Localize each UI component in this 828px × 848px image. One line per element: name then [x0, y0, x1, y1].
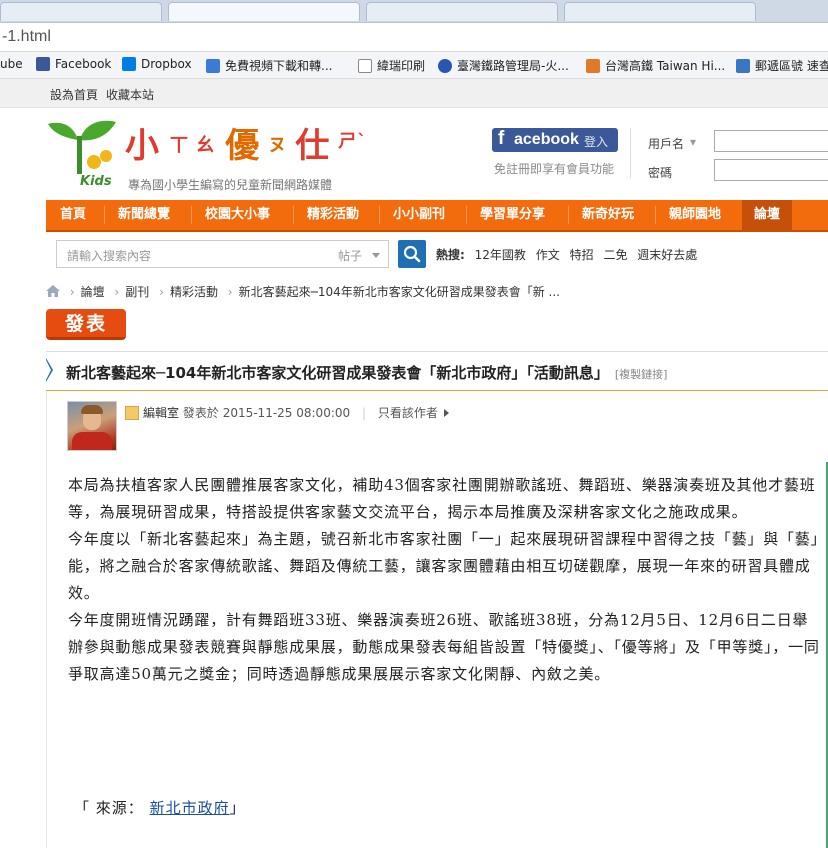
breadcrumb: › 論壇 › 副刊 › 精彩活動 › 新北客藝起來─104年新北市客家文化研習成果發表會…	[46, 283, 560, 300]
thread-title-bar: 新北客藝起來─104年新北市客家文化研習成果發表會「新北市政府」「活動訊息」 [複…	[46, 351, 828, 392]
site-tagline: 專為國小學生編寫的兒童新聞網路媒體	[128, 178, 333, 192]
breadcrumb-item[interactable]: 論壇	[81, 285, 105, 299]
browser-tab[interactable]	[366, 2, 558, 21]
logo-kids-text: Kids	[80, 174, 112, 189]
username-label: 用戶名	[648, 137, 685, 151]
nav-item-forum[interactable]: 論壇	[742, 200, 793, 230]
header-divider	[630, 128, 631, 178]
triangle-right-icon	[443, 409, 449, 417]
address-text[interactable]: -1.html	[2, 28, 51, 46]
bookmark-print[interactable]: 緯瑞印刷	[358, 57, 425, 74]
source-label: 「 來源：	[74, 799, 144, 817]
nav-item-news[interactable]: 新聞總覽	[118, 200, 170, 230]
search-input[interactable]: 請輸入搜索內容	[56, 240, 330, 268]
bookmarks-bar: ube Facebook Dropbox 免費視頻下載和轉... 緯瑞印刷 臺灣…	[0, 52, 828, 79]
breadcrumb-item[interactable]: 副刊	[125, 285, 149, 299]
search-type-select[interactable]: 帖子	[328, 240, 389, 268]
nav-item-fun[interactable]: 新奇好玩	[582, 200, 634, 230]
post-content: 本局為扶植客家人民團體推展客家文化，補助43個客家社團開辦歌謠班、舞蹈班、樂器演…	[68, 472, 820, 688]
site-logo[interactable]	[44, 116, 120, 179]
post-paragraph: 本局為扶植客家人民團體推展客家文化，補助43個客家社團開辦歌謠班、舞蹈班、樂器演…	[68, 476, 816, 521]
nav-item-supplement[interactable]: 小小副刊	[393, 200, 445, 230]
facebook-f-icon: f	[498, 128, 505, 149]
posted-at: 2015-11-25 08:00:00	[222, 406, 351, 420]
username-dropdown-icon[interactable]: ▾	[690, 135, 696, 149]
nav-separator	[379, 206, 380, 224]
bookmark-video-download[interactable]: 免費視頻下載和轉...	[206, 57, 332, 74]
bookmark-postal[interactable]: 郵遞區號 速查	[736, 57, 828, 74]
bookmark-youtube[interactable]: ube	[0, 57, 23, 71]
search-button[interactable]	[398, 240, 426, 268]
nav-separator	[191, 206, 192, 224]
hot-search-term[interactable]: 週末好去處	[637, 248, 697, 262]
set-home-link[interactable]: 設為首頁	[50, 86, 98, 103]
bookmark-site-link[interactable]: 收藏本站	[106, 86, 154, 103]
hot-search-term[interactable]: 二免	[603, 248, 627, 262]
facebook-login-label: 登入	[584, 135, 609, 149]
bookmark-railway[interactable]: 臺灣鐵路管理局-火...	[438, 57, 569, 74]
logo-leaf-icon	[48, 120, 116, 174]
facebook-login-button[interactable]: f acebook 登入	[492, 128, 618, 152]
facebook-note: 免註冊即享有會員功能	[494, 162, 615, 176]
site-brand-name: 小丅 幺優ヌ仕ㄕˋ	[125, 126, 368, 166]
post-paragraph: 今年度以「新北客藝起來」為主題，號召新北市客家社團「一」起來展現研習課程中習得之…	[68, 530, 819, 602]
nav-separator	[104, 206, 105, 224]
source-link[interactable]: 新北市政府	[150, 799, 230, 817]
hot-searches: 熱搜: 12年國教 作文 特招 二免 週末好去處	[436, 246, 697, 263]
source-end: 」	[229, 799, 246, 817]
hot-search-term[interactable]: 作文	[536, 248, 560, 262]
only-author-link[interactable]: 只看該作者	[378, 406, 438, 420]
facebook-icon	[36, 57, 50, 71]
bookmark-hsr[interactable]: 台灣高鐵 Taiwan Hi...	[586, 57, 725, 74]
page-icon	[358, 59, 372, 73]
username-field[interactable]	[714, 130, 828, 152]
hot-search-term[interactable]: 12年國教	[475, 248, 526, 262]
browser-tab-active[interactable]	[168, 2, 360, 21]
nav-separator	[466, 206, 467, 224]
password-field[interactable]	[714, 159, 828, 181]
home-icon[interactable]	[46, 285, 60, 297]
browser-tab[interactable]	[564, 2, 756, 21]
nav-item-worksheets[interactable]: 學習單分享	[480, 200, 545, 230]
thread-title: 新北客藝起來─104年新北市客家文化研習成果發表會「新北市政府」「活動訊息」 [複…	[66, 364, 668, 382]
search-row: 請輸入搜索內容 帖子 熱搜: 12年國教 作文 特招 二免 週末好去處	[46, 236, 828, 272]
facebook-wordmark: acebook	[514, 131, 579, 148]
nav-item-events[interactable]: 精彩活動	[307, 200, 359, 230]
nav-item-campus[interactable]: 校園大小事	[205, 200, 270, 230]
breadcrumb-item[interactable]: 精彩活動	[170, 285, 218, 299]
post-author[interactable]: 編輯室	[143, 406, 179, 420]
nav-item-home[interactable]: 首頁	[60, 200, 86, 230]
post-paragraph: 今年度開班情況踴躍，計有舞蹈班33班、樂器演奏班26班、歌謠班38班，分為12月…	[68, 611, 820, 683]
hot-search-label: 熱搜:	[436, 248, 465, 262]
nav-separator	[293, 206, 294, 224]
nav-separator	[568, 206, 569, 224]
publish-button[interactable]: 發表	[46, 309, 126, 340]
breadcrumb-current: 新北客藝起來─104年新北市客家文化研習成果發表會「新 ...	[238, 285, 560, 299]
railway-icon	[438, 59, 452, 73]
bookmark-facebook[interactable]: Facebook	[36, 57, 111, 71]
video-download-icon	[206, 59, 220, 73]
post-source: 「 來源： 新北市政府」	[74, 797, 246, 818]
user-icon	[125, 406, 139, 420]
hsr-icon	[586, 59, 600, 73]
avatar[interactable]	[67, 401, 117, 451]
dropbox-icon	[122, 57, 136, 71]
site-top-strip: 設為首頁 收藏本站	[0, 79, 828, 108]
chevron-down-icon	[372, 253, 380, 258]
posted-prefix: 發表於	[182, 406, 219, 420]
address-bar[interactable]: -1.html	[0, 23, 828, 52]
browser-tab[interactable]	[0, 2, 162, 21]
nav-separator	[655, 206, 656, 224]
main-nav: 首頁 新聞總覽 校園大小事 精彩活動 小小副刊 學習單分享 新奇好玩 親師園地 …	[46, 200, 828, 232]
password-label: 密碼	[648, 166, 673, 180]
bookmark-dropbox[interactable]: Dropbox	[122, 57, 192, 71]
post-meta: 編輯室 發表於 2015-11-25 08:00:00 | 只看該作者	[125, 404, 449, 421]
hot-search-term[interactable]: 特招	[570, 248, 594, 262]
browser-tab-strip	[0, 0, 828, 23]
search-icon	[403, 245, 421, 263]
nav-item-parents[interactable]: 親師園地	[669, 200, 721, 230]
postal-icon	[736, 59, 750, 73]
copy-link-button[interactable]: [複製鏈接]	[615, 368, 668, 381]
